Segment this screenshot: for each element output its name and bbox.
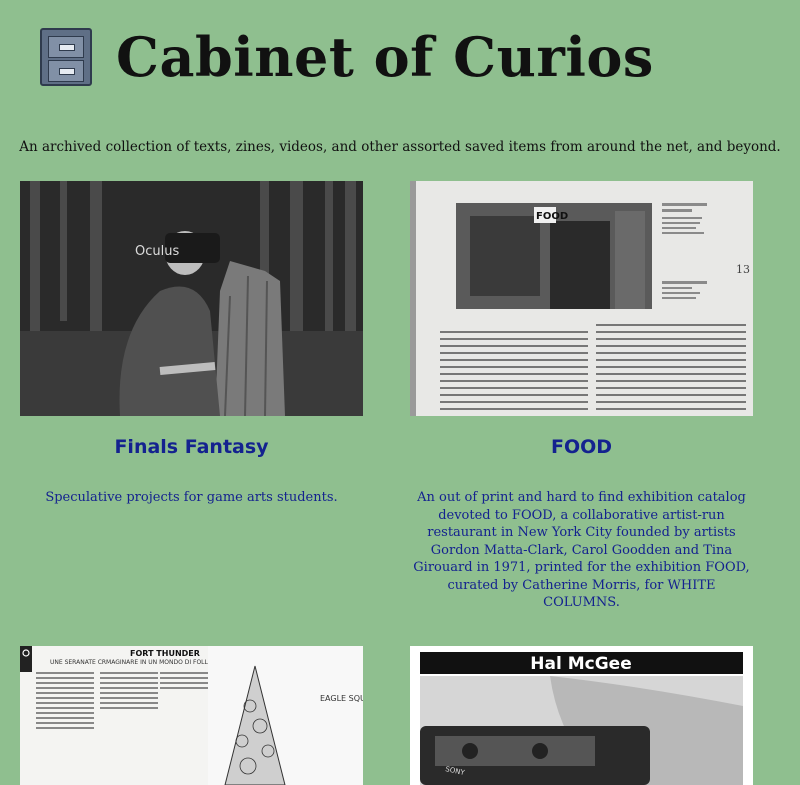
item-card-food[interactable]: FOOD 13 FOOD An out of print and hard to… <box>410 181 753 621</box>
site-header: Cabinet of Curios <box>40 28 654 86</box>
item-title[interactable]: Finals Fantasy <box>20 436 363 458</box>
item-title[interactable]: FOOD <box>410 436 753 458</box>
item-thumbnail[interactable]: FORT THUNDER UNE SERANATE CRMAGINARE IN … <box>20 646 363 785</box>
item-description: Speculative projects for game arts stude… <box>45 490 338 505</box>
article-subtitle: UNE SERANATE CRMAGINARE IN UN MONDO DI F… <box>50 659 215 666</box>
item-card-fort-thunder[interactable]: FORT THUNDER UNE SERANATE CRMAGINARE IN … <box>20 646 363 785</box>
item-thumbnail[interactable]: Oculus <box>20 181 363 416</box>
item-card-finals-fantasy[interactable]: Oculus Finals Fantasy Speculative projec… <box>20 181 363 521</box>
item-card-hal-mcgee[interactable]: Hal McGee SONY <box>410 646 753 785</box>
article-title: FORT THUNDER <box>130 649 200 658</box>
page-number: 13 <box>736 263 750 276</box>
storefront-sign: FOOD <box>536 211 568 222</box>
headset-brand-text: Oculus <box>135 244 179 259</box>
page-title: Cabinet of Curios <box>116 25 654 89</box>
page-subtitle: An archived collection of texts, zines, … <box>19 139 781 155</box>
item-thumbnail[interactable]: FOOD 13 <box>410 181 753 416</box>
illustration-label: EAGLE SQUARE <box>320 694 363 703</box>
cover-title: Hal McGee <box>530 654 631 674</box>
file-cabinet-icon <box>40 28 92 86</box>
item-description: An out of print and hard to find exhibit… <box>413 490 750 610</box>
item-thumbnail[interactable]: Hal McGee SONY <box>410 646 753 785</box>
